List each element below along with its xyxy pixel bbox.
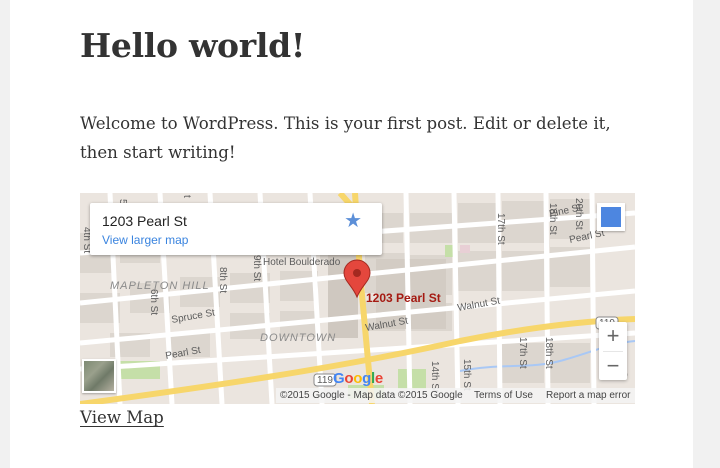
view-map-link[interactable]: View Map [80,406,164,430]
svg-text:17th St: 17th St [495,213,506,245]
google-logo: Google [333,370,383,387]
svg-text:8th St: 8th St [217,267,228,293]
view-larger-map-link[interactable]: View larger map [102,233,188,247]
embedded-map[interactable]: Pine St Pearl St Walnut St Walnut St Spr… [80,193,635,404]
svg-text:17th St: 17th St [517,337,528,369]
zoom-in-button[interactable]: + [599,322,627,350]
svg-text:18th St: 18th St [543,337,554,369]
pegman-icon [601,207,621,227]
svg-text:Hotel Boulderado: Hotel Boulderado [263,257,341,268]
svg-text:DOWNTOWN: DOWNTOWN [260,332,336,344]
post-title[interactable]: Hello world! [80,24,305,68]
svg-text:9th St: 9th St [251,255,262,281]
map-copyright: ©2015 Google - Map data ©2015 Google [280,390,463,401]
svg-text:20th St: 20th St [573,198,584,230]
svg-text:15th St: 15th St [461,359,472,391]
zoom-controls: + − [599,322,627,380]
post-body: Welcome to WordPress. This is your first… [80,114,611,162]
svg-text:t: t [181,195,192,198]
place-info-card[interactable]: 1203 Pearl St View larger map ★ [90,203,382,255]
svg-text:119: 119 [317,375,333,386]
svg-text:18th St: 18th St [547,203,558,235]
svg-text:6th St: 6th St [148,289,159,315]
star-icon[interactable]: ★ [344,211,362,231]
report-map-error-link[interactable]: Report a map error [546,388,630,403]
satellite-toggle[interactable] [82,359,116,393]
place-name: 1203 Pearl St [102,213,187,229]
street-view-button[interactable] [597,203,625,231]
marker-label: 1203 Pearl St [366,291,441,305]
zoom-out-button[interactable]: − [599,352,627,380]
terms-of-use-link[interactable]: Terms of Use [474,388,533,403]
map-attribution-bar: ©2015 Google - Map data ©2015 Google Ter… [276,388,635,403]
